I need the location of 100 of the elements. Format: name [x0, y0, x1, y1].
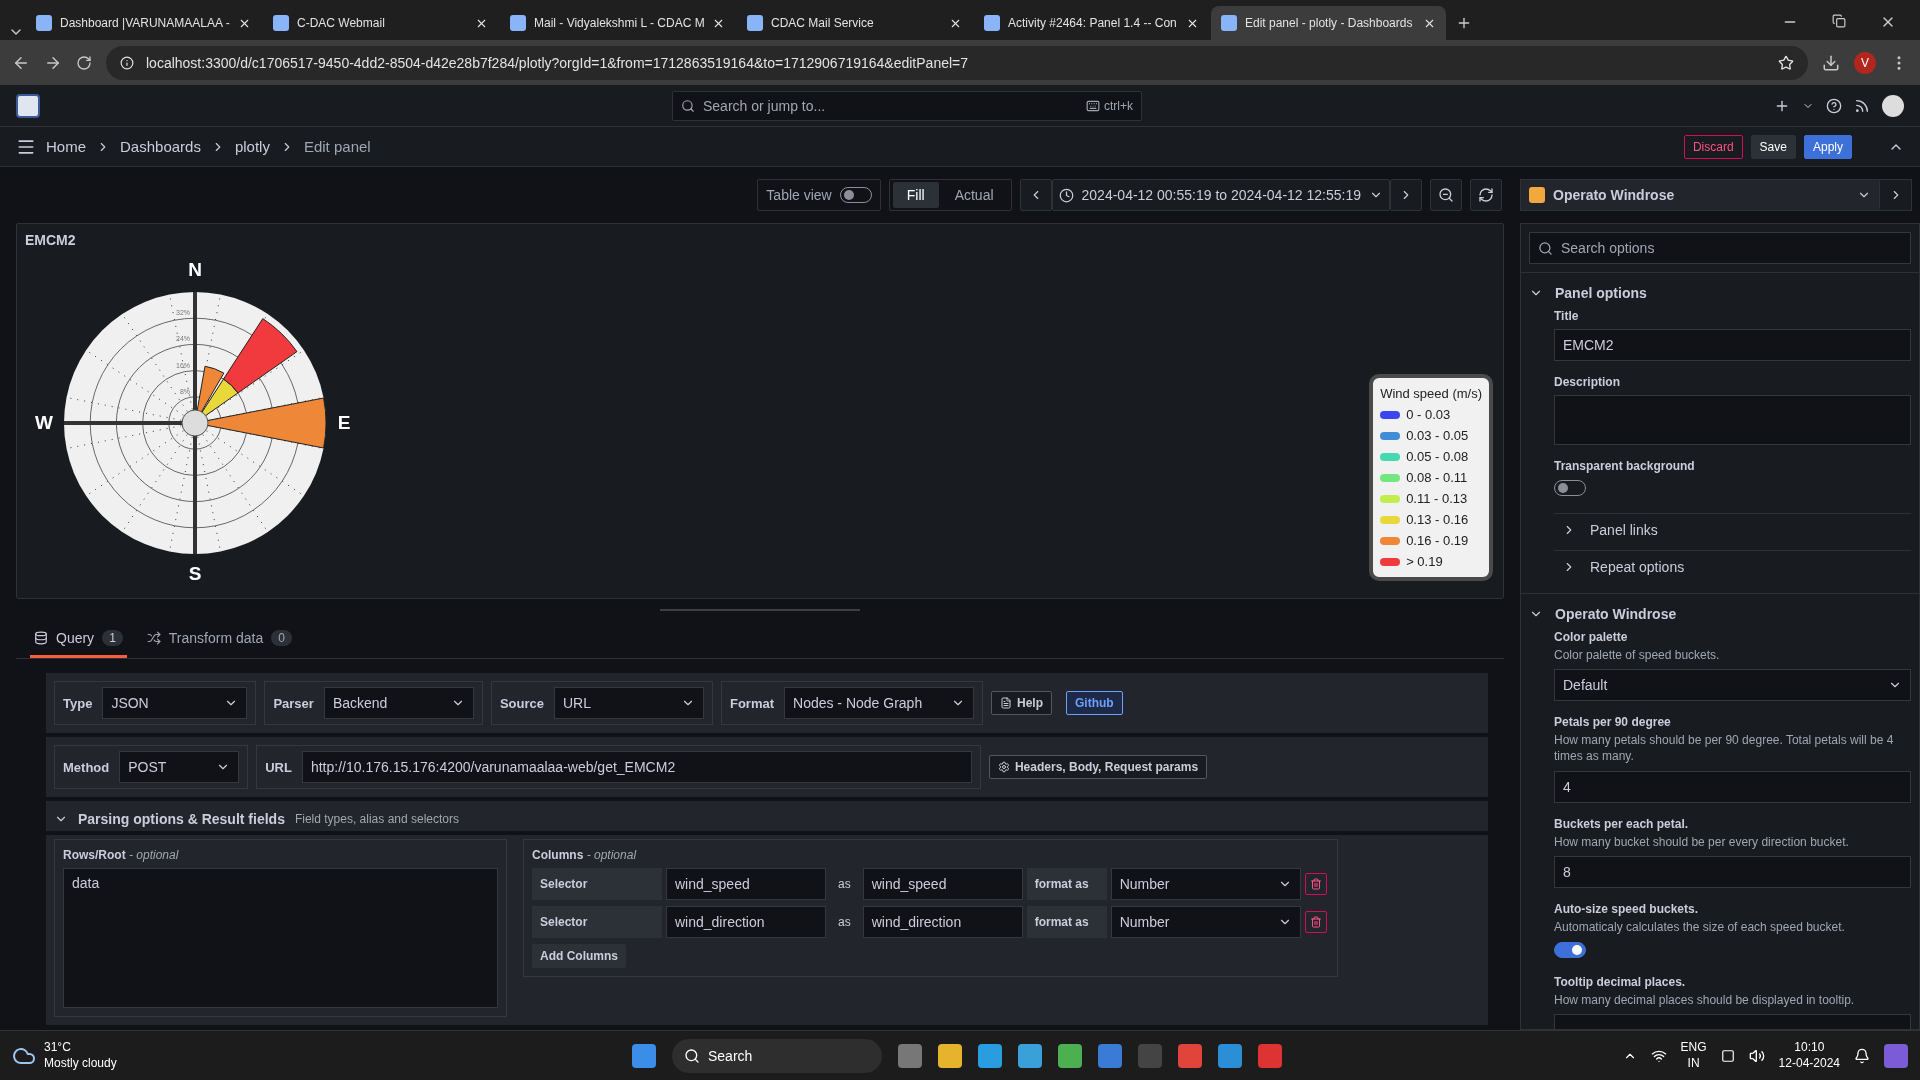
alias-field[interactable]: wind_direction: [862, 906, 1023, 938]
action-button[interactable]: Discard: [1683, 134, 1743, 159]
format-select[interactable]: Number: [1110, 868, 1301, 900]
favicon-icon: [273, 15, 289, 31]
format-select[interactable]: Number: [1110, 906, 1301, 938]
help-button[interactable]: Help: [991, 691, 1053, 715]
news-icon[interactable]: [1854, 97, 1870, 114]
sizing-option[interactable]: Fill: [892, 182, 939, 208]
breadcrumb-link[interactable]: Home: [46, 138, 86, 155]
search-field[interactable]: Search or jump to... ctrl+k: [672, 90, 1142, 121]
delete-button[interactable]: [1304, 911, 1327, 933]
breadcrumb-link[interactable]: Dashboards: [120, 138, 201, 155]
app-icon[interactable]: [1218, 1043, 1242, 1068]
shortcut-hint: ctrl+k: [1104, 98, 1133, 113]
favicon-icon: [36, 15, 52, 31]
select-field[interactable]: JSON: [102, 687, 248, 719]
sizing-option[interactable]: Actual: [940, 182, 1008, 208]
title-field[interactable]: EMCM2: [1554, 329, 1911, 361]
browser-tab[interactable]: Edit panel - plotly - Dashboards: [1211, 6, 1446, 40]
new-tab-icon[interactable]: [1456, 15, 1472, 31]
number-field[interactable]: 8: [1554, 855, 1911, 888]
rows-root-field[interactable]: data: [63, 868, 498, 1008]
field-label: URL: [265, 759, 292, 775]
app-icon[interactable]: [1178, 1043, 1202, 1068]
legend-label: 0.11 - 0.13: [1406, 491, 1468, 506]
reload-icon[interactable]: [76, 54, 92, 71]
action-button[interactable]: Apply: [1803, 134, 1852, 159]
address-bar[interactable]: localhost:3300/d/c1706517-9450-4dd2-8504-d42e28b7f284/plotly?orgId=1&from=1712863519164&to=1712906719164&editPanel=7: [106, 45, 1808, 80]
select-field[interactable]: POST: [119, 751, 240, 783]
format-label: format as: [1026, 906, 1107, 938]
section-header[interactable]: Repeat options: [1554, 550, 1911, 583]
select-field[interactable]: URL: [553, 687, 704, 719]
section-hint: Field types, alias and selectors: [294, 812, 459, 826]
add-columns-button[interactable]: Add Columns: [532, 944, 626, 968]
notification-icon[interactable]: [1854, 1047, 1870, 1064]
zoom-out-icon[interactable]: [1430, 179, 1462, 211]
app-icon[interactable]: [978, 1043, 1002, 1068]
app-icon[interactable]: [1018, 1043, 1042, 1068]
browser-tab[interactable]: Dashboard |VARUNAMAALAA -: [26, 6, 261, 40]
selector-field[interactable]: wind_direction: [666, 906, 826, 938]
action-button[interactable]: Save: [1750, 134, 1796, 159]
start-icon[interactable]: [632, 1043, 656, 1068]
browser-tab[interactable]: Activity #2464: Panel 1.4 -- Con: [974, 6, 1209, 40]
logo-icon[interactable]: [16, 93, 40, 118]
search-icon: [681, 98, 695, 113]
section-header[interactable]: Panel options: [1529, 281, 1911, 305]
app-icon[interactable]: [1098, 1043, 1122, 1068]
section-title: Parsing options & Result fields: [78, 811, 285, 827]
taskbar-search[interactable]: Search: [672, 1038, 882, 1073]
section-header[interactable]: Operato Windrose: [1529, 602, 1911, 626]
display-icon[interactable]: [1720, 1048, 1735, 1063]
app-icon[interactable]: [1258, 1043, 1282, 1068]
legend-label: 0.16 - 0.19: [1406, 533, 1469, 548]
github-button[interactable]: Github: [1066, 691, 1123, 715]
field-help: Automaticaly calculates the size of each speed bucket.: [1554, 918, 1846, 935]
select-field[interactable]: Default: [1554, 669, 1911, 702]
alias-field[interactable]: wind_speed: [862, 868, 1023, 900]
legend-label: 0.05 - 0.08: [1406, 449, 1469, 464]
url-field[interactable]: http://10.176.15.176:4200/varunamaalaa-web/get_EMCM2: [301, 751, 972, 783]
search-icon: [684, 1047, 700, 1064]
field-label: Parser: [273, 695, 314, 711]
favicon-icon: [747, 15, 763, 31]
select-field[interactable]: Backend: [323, 687, 474, 719]
time-range-picker[interactable]: 2024-04-12 00:55:19 to 2024-04-12 12:55:19: [1051, 179, 1390, 211]
field-label: Tooltip decimal places.: [1554, 974, 1687, 989]
table-view-toggle[interactable]: Table view: [757, 179, 881, 211]
search-field[interactable]: Search options: [1529, 232, 1911, 264]
refresh-icon[interactable]: [1470, 179, 1502, 211]
breadcrumb-link[interactable]: Edit panel: [303, 138, 371, 155]
selector-field[interactable]: wind_speed: [666, 868, 826, 900]
resize-handle[interactable]: [660, 609, 860, 611]
restore-icon[interactable]: [1832, 14, 1846, 28]
panel-title: EMCM2: [25, 232, 77, 248]
legend-label: 0.13 - 0.16: [1406, 512, 1469, 527]
breadcrumb-link[interactable]: plotly: [234, 138, 270, 155]
bookmark-icon[interactable]: [1778, 54, 1794, 71]
section-header[interactable]: Panel links: [1554, 513, 1911, 546]
app-icon[interactable]: [938, 1043, 962, 1068]
number-field[interactable]: 4: [1554, 770, 1911, 803]
trash-icon: [1309, 916, 1322, 928]
legend-label: 0 - 0.03: [1406, 407, 1451, 422]
field-label: Columns - optional: [532, 848, 638, 862]
delete-button[interactable]: [1304, 873, 1327, 895]
help-icon[interactable]: [1826, 97, 1842, 114]
profile-avatar[interactable]: V: [1854, 51, 1876, 74]
volume-icon[interactable]: [1748, 1047, 1765, 1064]
compass-label: N: [188, 259, 202, 280]
user-avatar[interactable]: [1882, 94, 1904, 117]
app-icon[interactable]: [898, 1043, 922, 1068]
browser-tab[interactable]: C-DAC Webmail: [263, 6, 498, 40]
description-field[interactable]: [1554, 395, 1911, 445]
select-field[interactable]: Nodes - Node Graph: [784, 687, 974, 719]
browser-tab[interactable]: CDAC Mail Service: [737, 6, 972, 40]
download-icon[interactable]: [1822, 53, 1840, 72]
toggle-switch[interactable]: [1554, 941, 1586, 958]
browser-tab[interactable]: Mail - Vidyalekshmi L - CDAC M: [500, 6, 735, 40]
app-icon[interactable]: [1058, 1043, 1082, 1068]
headers-button[interactable]: Headers, Body, Request params: [988, 755, 1208, 779]
field-label: Color palette: [1554, 630, 1629, 644]
query-tab[interactable]: Transform data 0: [142, 621, 296, 658]
